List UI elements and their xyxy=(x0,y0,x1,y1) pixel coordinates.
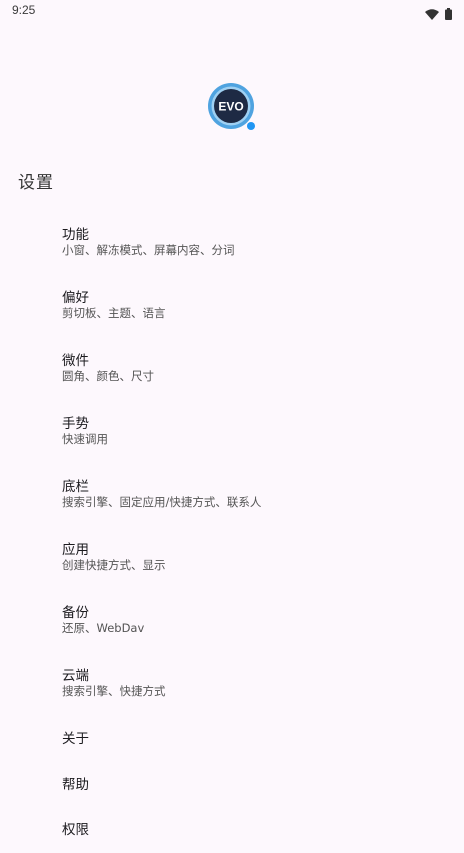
settings-item-subtitle: 剪切板、主题、语言 xyxy=(62,306,166,320)
settings-item-subtitle: 搜索引擎、固定应用/快捷方式、联系人 xyxy=(62,495,262,509)
settings-item-title: 应用 xyxy=(62,542,89,558)
settings-item-bottom-bar[interactable]: 底栏 搜索引擎、固定应用/快捷方式、联系人 xyxy=(0,464,464,520)
settings-item-title: 云端 xyxy=(62,668,89,684)
settings-item-subtitle: 圆角、颜色、尺寸 xyxy=(62,369,154,383)
settings-item-title: 帮助 xyxy=(62,777,89,793)
settings-item-apps[interactable]: 应用 创建快捷方式、显示 xyxy=(0,527,464,583)
settings-item-widgets[interactable]: 微件 圆角、颜色、尺寸 xyxy=(0,338,464,394)
settings-item-title: 微件 xyxy=(62,353,89,369)
settings-item-gestures[interactable]: 手势 快速调用 xyxy=(0,401,464,457)
settings-item-title: 底栏 xyxy=(62,479,89,495)
settings-item-about[interactable]: 关于 xyxy=(0,716,464,762)
settings-item-subtitle: 还原、WebDav xyxy=(62,621,145,635)
app-logo: EVO xyxy=(207,82,259,134)
battery-icon xyxy=(445,5,452,24)
status-icons xyxy=(425,5,452,24)
settings-item-subtitle: 快速调用 xyxy=(62,432,108,446)
settings-item-title: 关于 xyxy=(62,731,89,747)
settings-item-subtitle: 小窗、解冻模式、屏幕内容、分词 xyxy=(62,243,235,257)
settings-item-title: 权限 xyxy=(62,822,89,838)
wifi-icon xyxy=(425,5,439,24)
settings-item-title: 手势 xyxy=(62,416,89,432)
settings-item-subtitle: 搜索引擎、快捷方式 xyxy=(62,684,166,698)
status-time: 9:25 xyxy=(12,3,36,17)
page-title: 设置 xyxy=(18,173,54,193)
settings-item-title: 偏好 xyxy=(62,290,89,306)
settings-item-preferences[interactable]: 偏好 剪切板、主题、语言 xyxy=(0,275,464,331)
settings-item-help[interactable]: 帮助 xyxy=(0,762,464,808)
status-bar: 9:25 xyxy=(0,0,464,22)
settings-item-features[interactable]: 功能 小窗、解冻模式、屏幕内容、分词 xyxy=(0,212,464,268)
settings-item-permissions[interactable]: 权限 xyxy=(0,807,464,853)
settings-item-subtitle: 创建快捷方式、显示 xyxy=(62,558,166,572)
settings-item-title: 功能 xyxy=(62,227,89,243)
logo-text: EVO xyxy=(218,100,243,114)
settings-item-title: 备份 xyxy=(62,605,89,621)
settings-item-cloud[interactable]: 云端 搜索引擎、快捷方式 xyxy=(0,653,464,709)
settings-item-backup[interactable]: 备份 还原、WebDav xyxy=(0,590,464,646)
